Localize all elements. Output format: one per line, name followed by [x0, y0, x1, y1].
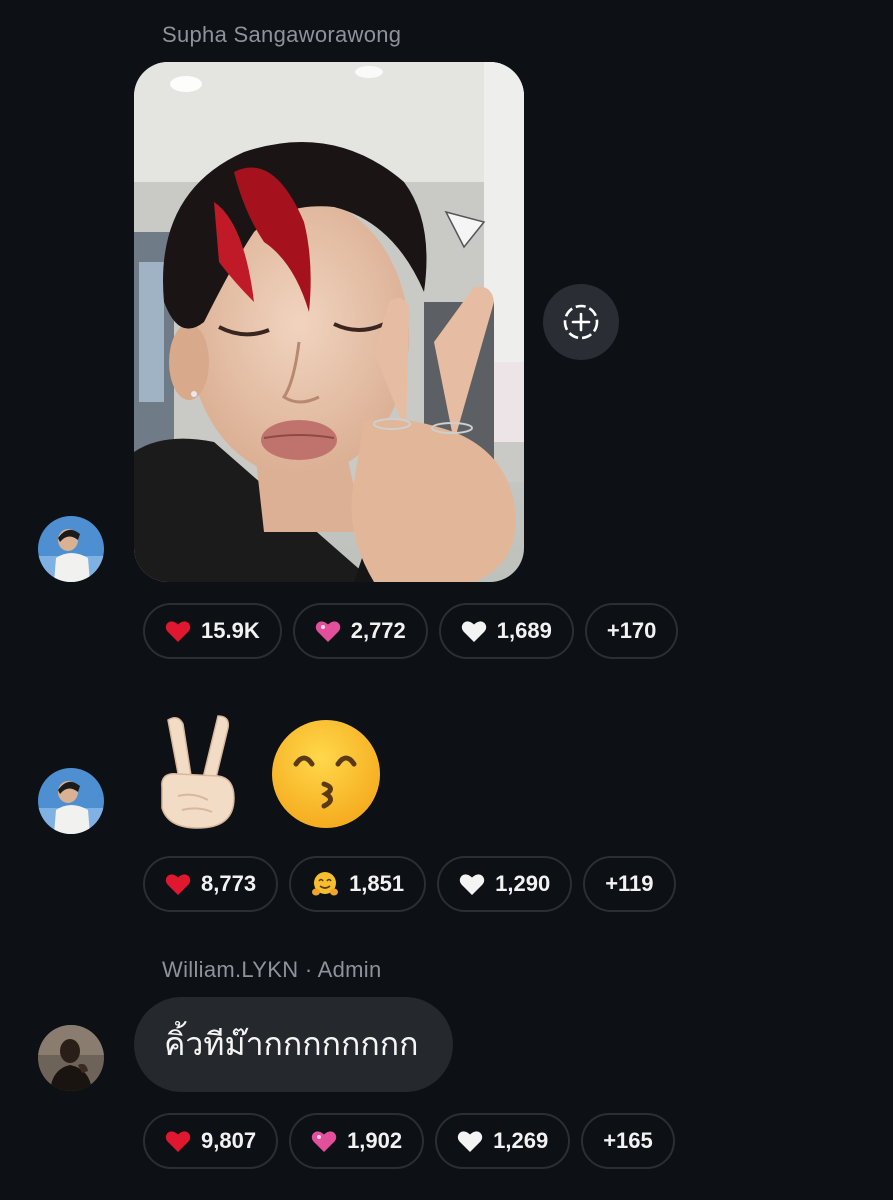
reaction-bar: 9,807 1,902 1,269 +165 [143, 1113, 675, 1169]
share-add-button[interactable] [543, 284, 619, 360]
avatar[interactable] [38, 516, 104, 582]
reaction-heart-white[interactable]: 1,689 [438, 603, 574, 659]
red-heart-icon [165, 619, 191, 643]
reaction-count: 15.9K [201, 618, 260, 643]
avatar[interactable] [38, 1025, 104, 1091]
sparkling-heart-icon [315, 619, 341, 643]
reaction-count: 1,290 [495, 871, 551, 896]
message-bubble[interactable]: คิ้วทีม๊ากกกกกกกก [134, 997, 453, 1092]
sender-name: William.LYKN · Admin [162, 957, 382, 982]
reaction-count: 1,269 [493, 1128, 549, 1153]
sender-name: Supha Sangaworawong [162, 22, 402, 47]
reaction-count: 1,689 [496, 618, 552, 643]
reaction-heart-red[interactable]: 15.9K [143, 603, 282, 659]
red-heart-icon [165, 1129, 191, 1153]
avatar[interactable] [38, 768, 104, 834]
red-heart-icon [165, 872, 191, 896]
white-heart-icon [457, 1129, 483, 1153]
reaction-count: 2,772 [350, 618, 406, 643]
hugging-face-icon [311, 871, 339, 897]
reaction-more-count: +165 [603, 1128, 653, 1153]
white-heart-icon [459, 872, 485, 896]
reaction-bar: 8,773 1,851 1,290 +119 [143, 856, 676, 912]
kissing-face-smiling-eyes-emoji [270, 718, 382, 838]
reaction-heart-red[interactable]: 9,807 [143, 1113, 279, 1169]
reaction-count: 9,807 [201, 1128, 257, 1153]
reaction-more-count: +119 [605, 871, 654, 896]
white-heart-icon [461, 619, 487, 643]
reaction-heart-pink[interactable]: 1,902 [289, 1113, 425, 1169]
reaction-more[interactable]: +165 [581, 1113, 675, 1169]
reaction-more-count: +170 [606, 618, 657, 643]
reaction-more[interactable]: +119 [583, 856, 676, 912]
shared-photo[interactable] [134, 62, 524, 582]
reaction-heart-white[interactable]: 1,269 [435, 1113, 571, 1169]
reaction-heart-pink[interactable]: 2,772 [292, 603, 428, 659]
reaction-count: 1,902 [347, 1128, 403, 1153]
reaction-count: 8,773 [201, 871, 257, 896]
add-circle-dashed-icon [563, 304, 599, 340]
victory-hand-emoji [148, 712, 243, 832]
reaction-more[interactable]: +170 [584, 603, 679, 659]
reaction-heart-white[interactable]: 1,290 [437, 856, 573, 912]
reaction-hugging[interactable]: 1,851 [289, 856, 427, 912]
sparkling-heart-icon [311, 1129, 337, 1153]
reaction-count: 1,851 [349, 871, 405, 896]
reaction-bar: 15.9K 2,772 1,689 +170 [143, 603, 679, 659]
message-text: คิ้วทีม๊ากกกกกกกก [164, 1025, 419, 1063]
reaction-heart-red[interactable]: 8,773 [143, 856, 279, 912]
